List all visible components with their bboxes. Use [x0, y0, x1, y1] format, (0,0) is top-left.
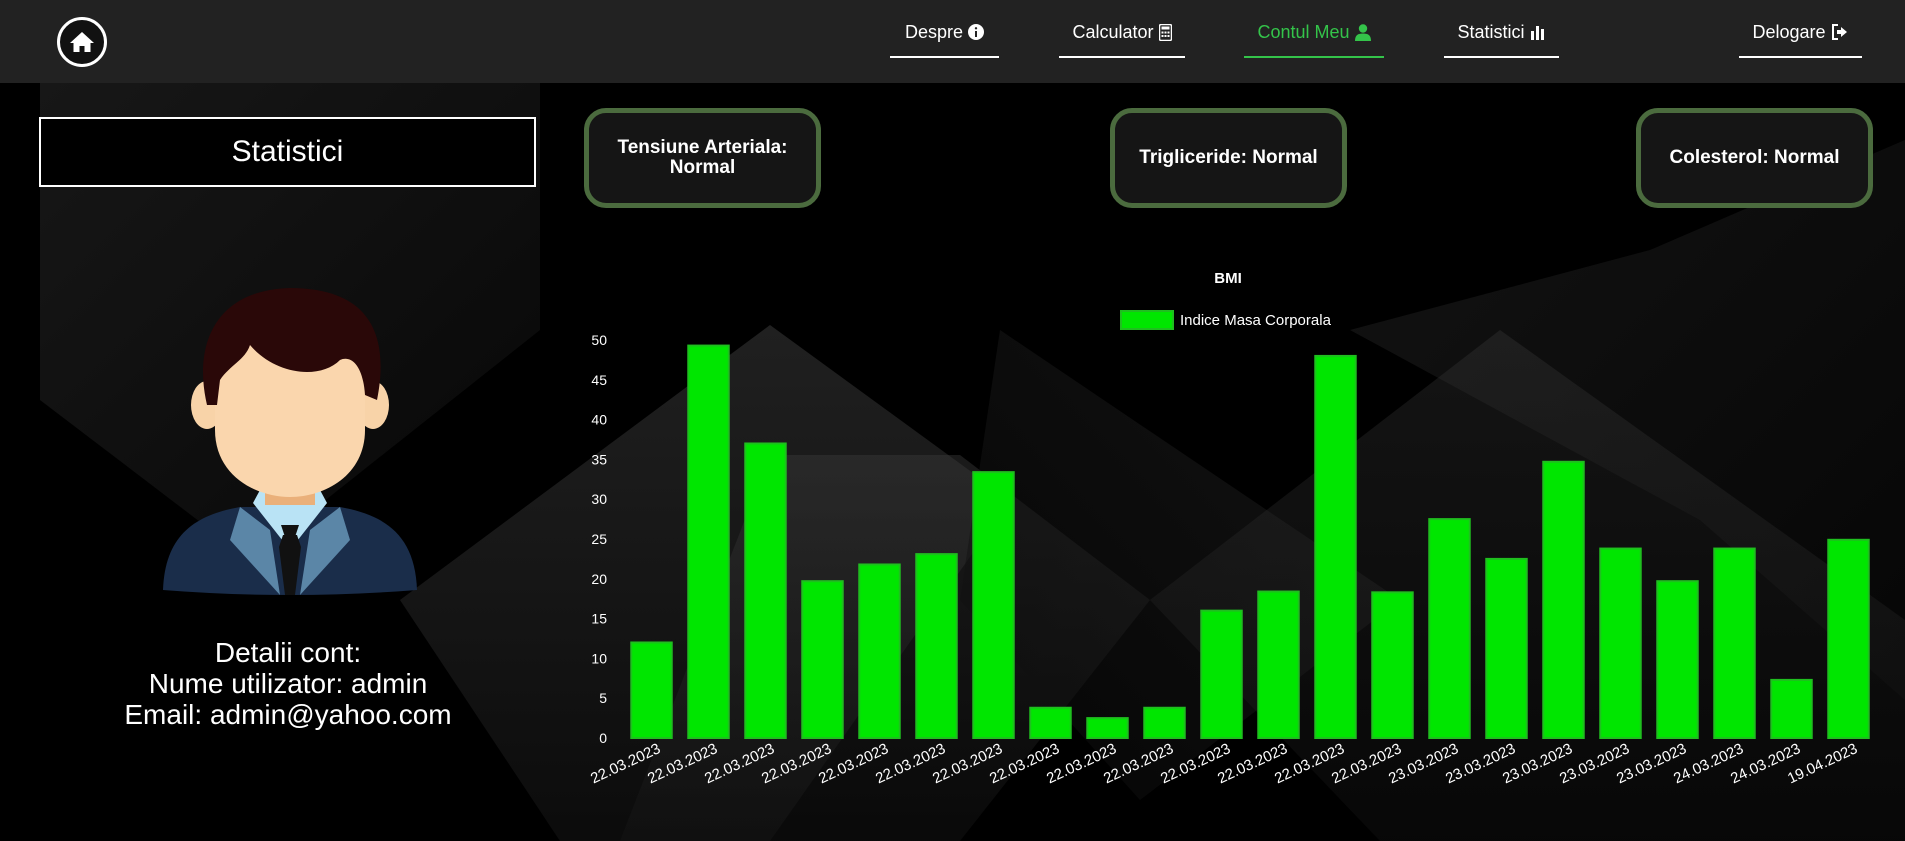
page-title: Statistici [39, 117, 536, 187]
chart-bar[interactable] [1713, 547, 1756, 739]
account-details: Detalii cont: Nume utilizator: admin Ema… [80, 637, 496, 730]
chart-bar[interactable] [1485, 557, 1528, 740]
y-tick-label: 40 [591, 412, 607, 428]
y-tick-label: 30 [591, 491, 607, 507]
nav-calculator[interactable]: Calculator [1059, 20, 1185, 58]
user-icon [1354, 24, 1371, 41]
nav-despre[interactable]: Despre [890, 20, 999, 58]
chart-bar[interactable] [1770, 678, 1813, 740]
chart-y-axis: 0 5 10 15 20 25 30 35 40 45 50 [591, 332, 607, 746]
y-tick-label: 0 [599, 730, 607, 746]
home-button[interactable] [57, 17, 107, 67]
chart-bar[interactable] [744, 442, 787, 739]
chart-bar[interactable] [1542, 460, 1585, 739]
y-tick-label: 25 [591, 531, 607, 547]
y-tick-label: 5 [599, 690, 607, 706]
status-card-trigliceride: Trigliceride: Normal [1110, 108, 1347, 208]
y-tick-label: 45 [591, 372, 607, 388]
chart-bar[interactable] [915, 553, 958, 740]
chart-bar[interactable] [630, 641, 673, 739]
chart-bar[interactable] [1086, 717, 1129, 739]
chart-bar[interactable] [801, 580, 844, 739]
info-circle-icon [968, 24, 985, 40]
nav-statistici-label: Statistici [1457, 22, 1525, 42]
chart-bars [630, 344, 1870, 740]
nav-contul-meu-label: Contul Meu [1257, 22, 1350, 42]
nav-contul-meu[interactable]: Contul Meu [1244, 20, 1384, 58]
status-card-tensiune-label: Tensiune Arteriala: Normal [617, 137, 788, 178]
chart-title: BMI [1214, 270, 1242, 287]
legend-swatch [1120, 310, 1174, 330]
chart-bar[interactable] [1827, 538, 1870, 740]
account-details-heading: Detalii cont: [214, 637, 362, 668]
account-email: Email: admin@yahoo.com [124, 699, 452, 730]
bar-chart-icon [1530, 26, 1544, 40]
chart-bar[interactable] [1257, 590, 1300, 740]
chart-bar[interactable] [858, 563, 901, 739]
chart-bar[interactable] [687, 344, 730, 739]
status-card-colesterol-label: Colesterol: Normal [1669, 147, 1840, 168]
nav-calculator-label: Calculator [1072, 22, 1154, 42]
status-card-tensiune: Tensiune Arteriala: Normal [584, 108, 821, 208]
chart-bar[interactable] [1314, 354, 1357, 739]
status-card-trigliceride-label: Trigliceride: Normal [1139, 147, 1318, 168]
chart-bar[interactable] [972, 471, 1015, 739]
calculator-icon [1158, 24, 1172, 41]
y-tick-label: 35 [591, 451, 607, 467]
chart-legend: Indice Masa Corporala [1120, 310, 1332, 330]
chart-bar[interactable] [1200, 609, 1243, 740]
legend-label: Indice Masa Corporala [1180, 312, 1332, 329]
chart-bar[interactable] [1656, 580, 1699, 739]
y-tick-label: 10 [591, 650, 607, 666]
nav-statistici[interactable]: Statistici [1444, 20, 1559, 58]
avatar [163, 288, 417, 595]
nav-delogare-label: Delogare [1752, 22, 1826, 42]
chart-bar[interactable] [1029, 706, 1072, 740]
y-tick-label: 20 [591, 571, 607, 587]
chart-bar[interactable] [1143, 706, 1186, 740]
chart-x-axis: 22.03.202322.03.202322.03.202322.03.2023… [588, 740, 1860, 787]
chart-bar[interactable] [1371, 591, 1414, 739]
status-card-colesterol: Colesterol: Normal [1636, 108, 1873, 208]
home-icon [70, 32, 94, 52]
sign-out-icon [1831, 24, 1847, 40]
nav-despre-label: Despre [904, 22, 964, 42]
nav-delogare[interactable]: Delogare [1739, 20, 1862, 58]
chart-bar[interactable] [1599, 547, 1642, 739]
y-tick-label: 15 [591, 611, 607, 627]
y-tick-label: 50 [591, 332, 607, 348]
chart-bar[interactable] [1428, 518, 1471, 739]
navbar: Despre Calculator Contul Meu Statistici … [0, 0, 1905, 83]
account-username: Nume utilizator: admin [148, 668, 428, 699]
